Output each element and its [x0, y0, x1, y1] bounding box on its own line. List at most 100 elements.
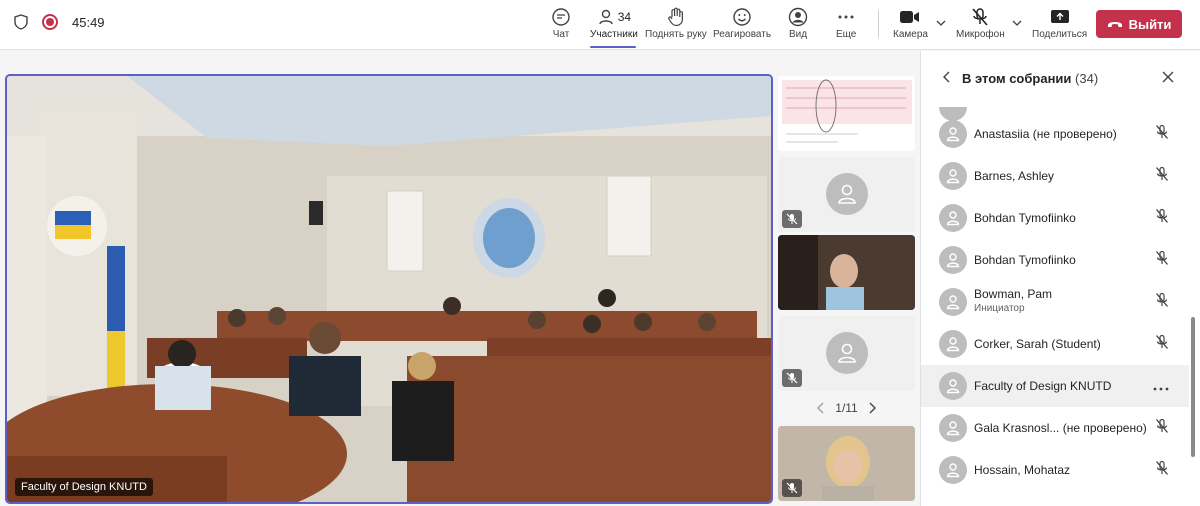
- more-label: Еще: [836, 29, 857, 40]
- participant-row[interactable]: Hossain, Mohataz: [921, 449, 1189, 491]
- hang-up-icon: [1107, 22, 1122, 27]
- participants-button[interactable]: 34 Участники: [590, 6, 638, 46]
- participant-name: Bowman, Pam: [974, 287, 1053, 301]
- back-chevron-icon[interactable]: [943, 71, 951, 83]
- person-icon: [946, 127, 960, 142]
- page-indicator: 1/11: [835, 401, 858, 415]
- camera-options-chevron-icon[interactable]: [936, 18, 946, 28]
- mic-off-icon: [970, 6, 990, 28]
- participant-row[interactable]: Anastasiia (не проверено): [921, 113, 1189, 155]
- participant-row[interactable]: Faculty of Design KNUTD: [921, 365, 1189, 407]
- camera-icon: [899, 6, 921, 28]
- avatar: [939, 288, 967, 316]
- participants-panel: В этом собрании (34) Anastasiia (не пров…: [920, 51, 1200, 506]
- view-button[interactable]: Вид: [788, 6, 808, 46]
- avatar: [939, 372, 967, 400]
- participant-mic-status: [1155, 292, 1169, 313]
- participant-name: Gala Krasnosl... (не проверено): [974, 421, 1147, 435]
- person-icon: [838, 184, 856, 204]
- participant-mic-status: [1155, 208, 1169, 229]
- shared-content-thumbnail[interactable]: [778, 76, 915, 151]
- meeting-timer: 45:49: [72, 14, 105, 30]
- mic-off-icon: [1156, 334, 1168, 349]
- participant-mic-status: [1155, 166, 1169, 187]
- hand-icon: [667, 6, 685, 28]
- participant-name: Bohdan Tymofiinko: [974, 253, 1076, 267]
- conference-room-video: [7, 76, 771, 502]
- active-tab-indicator: [590, 46, 636, 48]
- chat-button[interactable]: Чат: [551, 6, 571, 46]
- close-icon[interactable]: [1161, 70, 1175, 84]
- avatar: [826, 173, 868, 215]
- participant-mic-status: [1155, 418, 1169, 439]
- avatar: [826, 332, 868, 374]
- participant-name: Anastasiia (не проверено): [974, 127, 1117, 141]
- chat-label: Чат: [552, 29, 570, 40]
- raise-hand-button[interactable]: Поднять руку: [645, 6, 707, 46]
- person-icon: [946, 295, 960, 310]
- person-icon: [946, 379, 960, 394]
- chevron-left-icon[interactable]: [817, 402, 825, 414]
- panel-count: (34): [1075, 71, 1099, 86]
- participant-row[interactable]: Bohdan Tymofiinko: [921, 239, 1189, 281]
- mic-off-icon: [1156, 460, 1168, 475]
- speaker-name-tag: Faculty of Design KNUTD: [15, 478, 153, 496]
- person-icon: [946, 169, 960, 184]
- chat-icon: [551, 6, 571, 28]
- recording-icon[interactable]: [42, 14, 58, 30]
- muted-mic-icon: [782, 369, 802, 387]
- panel-title-text: В этом собрании: [962, 71, 1072, 86]
- participant-row[interactable]: Gala Krasnosl... (не проверено): [921, 407, 1189, 449]
- leave-button[interactable]: Выйти: [1096, 10, 1182, 38]
- participant-row[interactable]: Bowman, Pam Инициатор: [921, 281, 1189, 323]
- more-button[interactable]: Еще: [836, 6, 856, 46]
- person-icon: [946, 211, 960, 226]
- more-options-icon[interactable]: [1153, 378, 1169, 394]
- participant-row[interactable]: Barnes, Ashley: [921, 155, 1189, 197]
- person-icon: [946, 463, 960, 478]
- person-icon: [838, 343, 856, 363]
- main-video-stage[interactable]: Faculty of Design KNUTD: [5, 74, 773, 504]
- person-icon: [946, 421, 960, 436]
- participant-tile[interactable]: [778, 157, 915, 232]
- participant-video-tile[interactable]: [778, 426, 915, 501]
- participant-video: [778, 235, 915, 310]
- muted-mic-icon: [782, 479, 802, 497]
- mic-off-icon: [1156, 292, 1168, 307]
- participant-video-tile[interactable]: [778, 235, 915, 310]
- mic-label: Микрофон: [956, 29, 1005, 40]
- raise-hand-label: Поднять руку: [645, 29, 707, 40]
- panel-header: В этом собрании (34): [921, 51, 1200, 105]
- people-icon: [599, 9, 613, 25]
- avatar: [939, 204, 967, 232]
- avatar: [939, 414, 967, 442]
- participant-tile[interactable]: [778, 316, 915, 391]
- person-icon: [946, 253, 960, 268]
- participant-mic-status: [1155, 250, 1169, 271]
- participant-name: Bohdan Tymofiinko: [974, 211, 1076, 225]
- share-label: Поделиться: [1032, 29, 1088, 40]
- react-button[interactable]: Реагировать: [713, 6, 771, 46]
- panel-scrollbar[interactable]: [1191, 317, 1195, 457]
- mic-options-chevron-icon[interactable]: [1012, 18, 1022, 28]
- chevron-right-icon[interactable]: [868, 402, 876, 414]
- microphone-button[interactable]: Микрофон: [956, 6, 1005, 46]
- participant-name: Barnes, Ashley: [974, 169, 1055, 183]
- avatar: [939, 162, 967, 190]
- share-screen-icon: [1050, 6, 1070, 28]
- participant-mic-status: [1155, 334, 1169, 355]
- share-button[interactable]: Поделиться: [1032, 6, 1087, 46]
- participant-row[interactable]: Corker, Sarah (Student): [921, 323, 1189, 365]
- participant-row[interactable]: Bohdan Tymofiinko: [921, 197, 1189, 239]
- toolbar-divider: [878, 10, 879, 38]
- shield-icon[interactable]: [14, 14, 28, 30]
- avatar: [939, 456, 967, 484]
- camera-button[interactable]: Камера: [893, 6, 928, 46]
- avatar: [939, 246, 967, 274]
- participant-name: Hossain, Mohataz: [974, 463, 1071, 477]
- participants-label: Участники: [590, 29, 638, 40]
- mic-off-icon: [1156, 208, 1168, 223]
- person-icon: [946, 337, 960, 352]
- document-preview: [782, 79, 912, 143]
- mic-off-icon: [1156, 166, 1168, 181]
